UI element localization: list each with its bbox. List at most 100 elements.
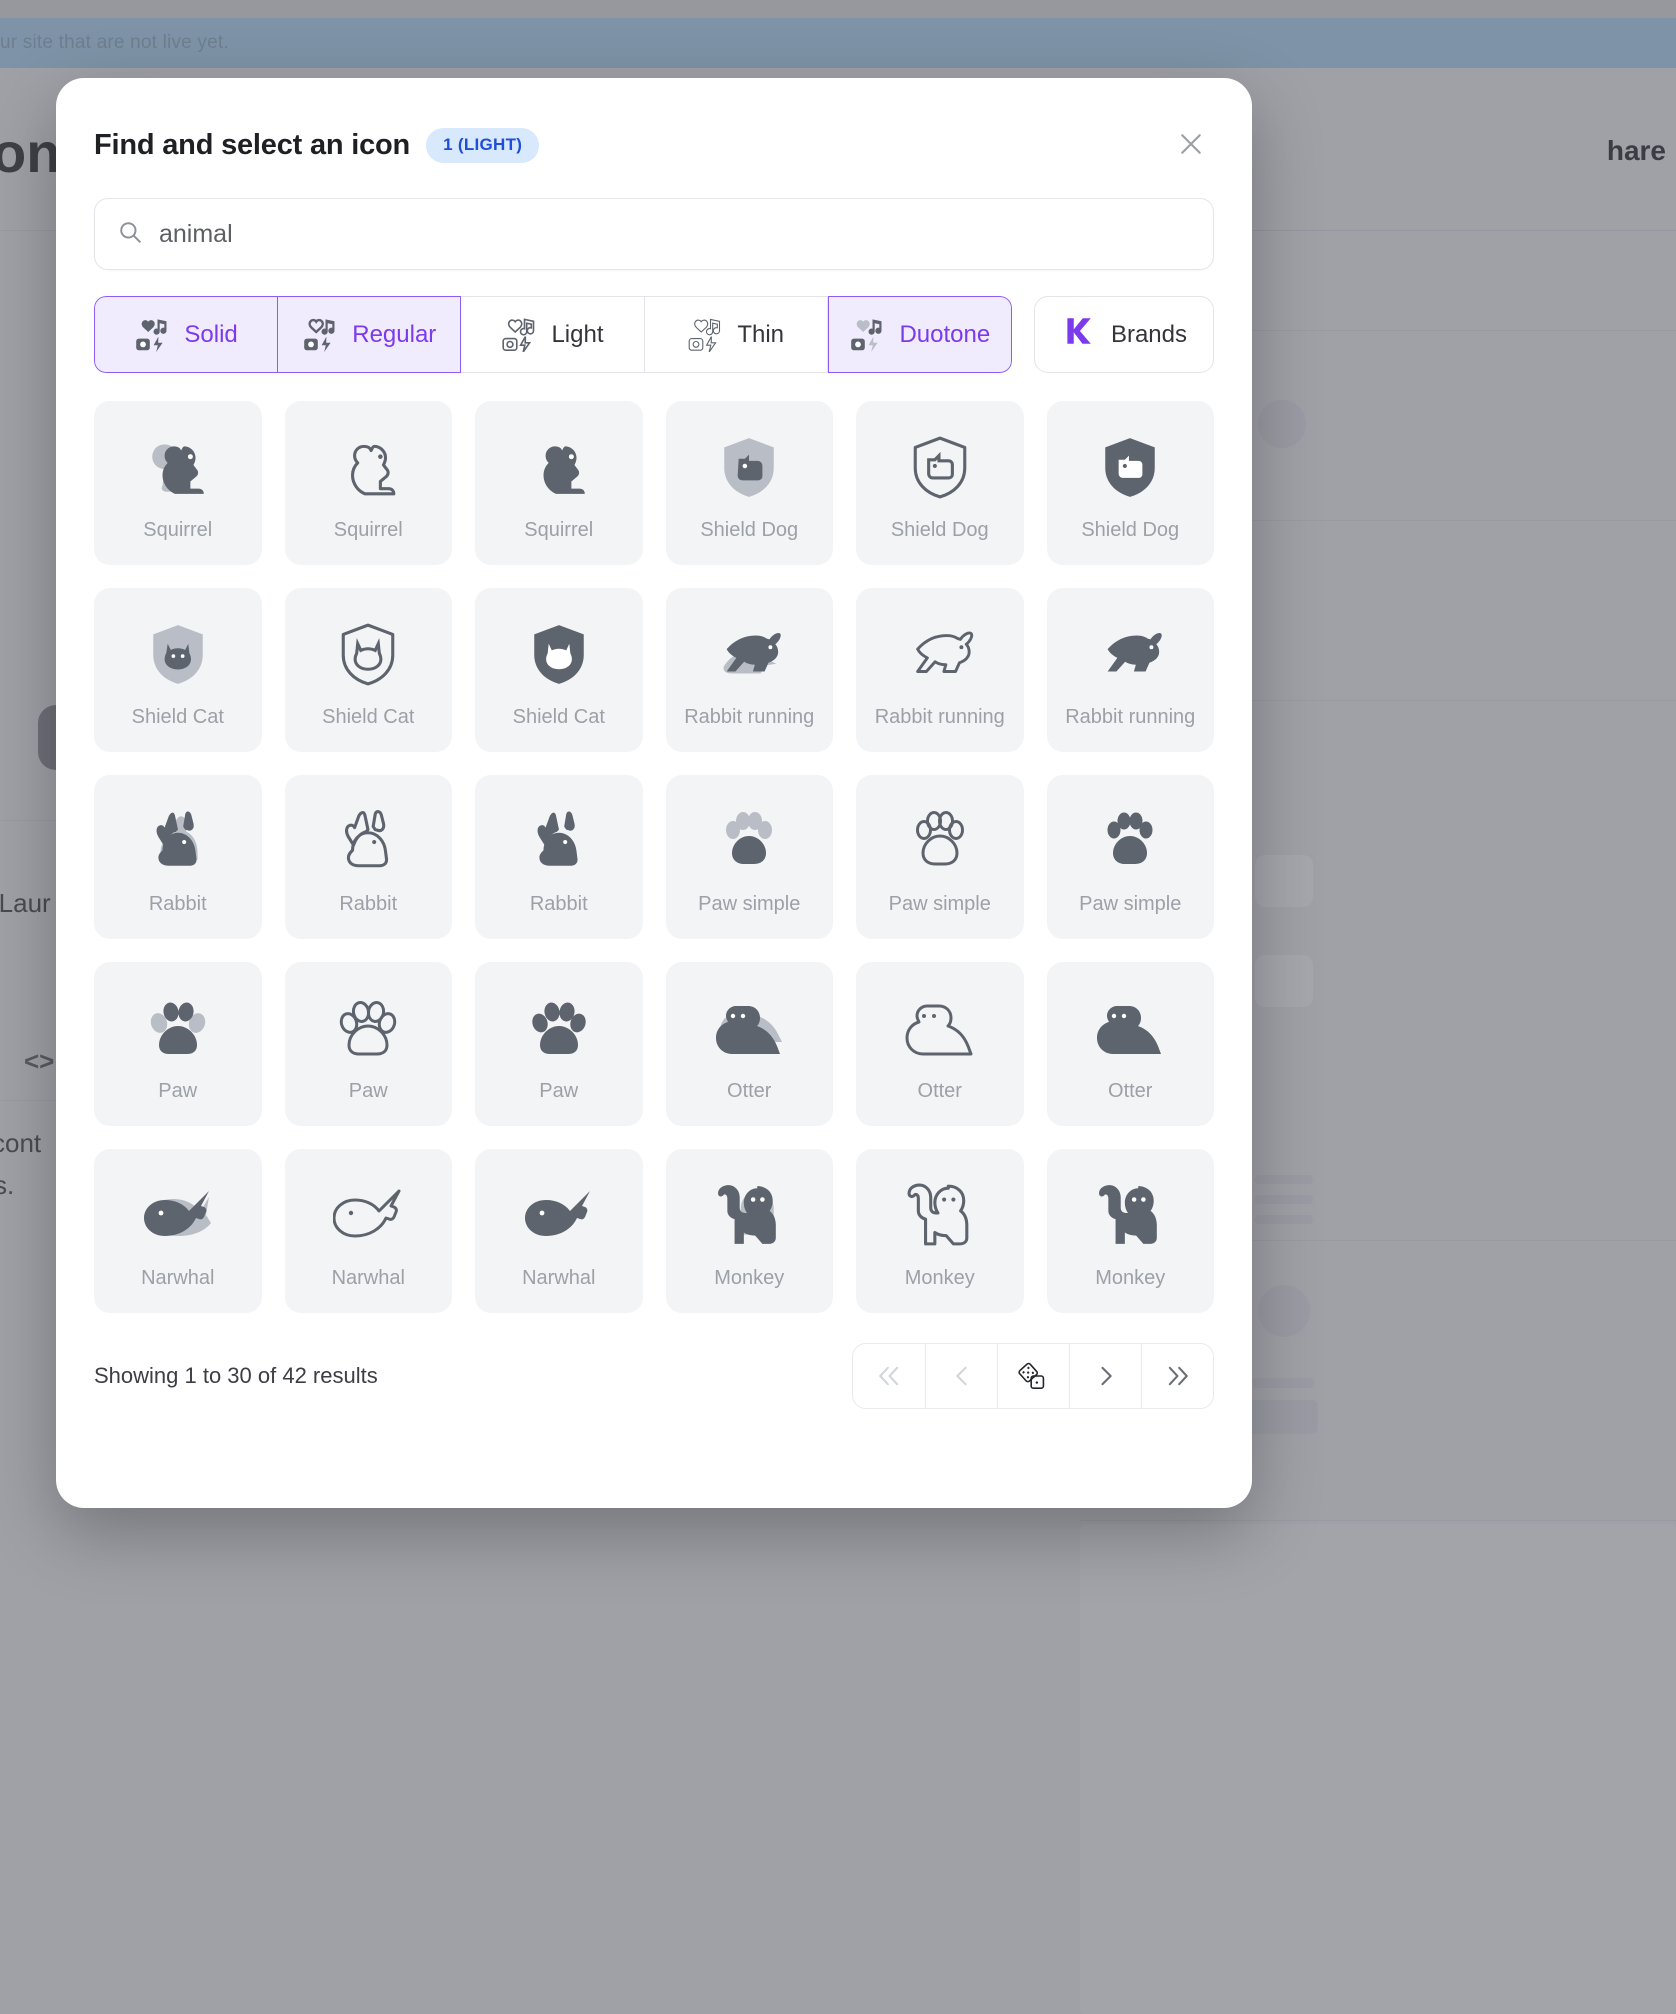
icon-result-label: Monkey xyxy=(714,1266,785,1289)
icon-result-cell[interactable]: Monkey xyxy=(856,1149,1024,1313)
style-tab-group: Solid Regular Light Thin Duotone xyxy=(94,296,1012,373)
icon-result-cell[interactable]: Narwhal xyxy=(94,1149,262,1313)
shield-cat-icon xyxy=(526,618,592,690)
icon-result-cell[interactable]: Shield Dog xyxy=(1046,401,1214,565)
icon-result-cell[interactable]: Squirrel xyxy=(284,401,452,565)
monkey-icon xyxy=(716,1179,782,1251)
icon-result-cell[interactable]: Shield Dog xyxy=(665,401,833,565)
icon-result-label: Rabbit xyxy=(339,892,398,915)
chevron-right-icon xyxy=(1092,1362,1120,1390)
icon-result-label: Monkey xyxy=(1095,1266,1166,1289)
icon-result-cell[interactable]: Shield Cat xyxy=(284,588,452,752)
chevron-double-left-icon xyxy=(875,1362,903,1390)
paw-icon xyxy=(147,992,209,1064)
backdrop-bar xyxy=(1255,1175,1313,1184)
icon-result-label: Narwhal xyxy=(522,1266,596,1289)
icon-result-label: Paw simple xyxy=(888,892,991,915)
search-input[interactable] xyxy=(159,219,1191,249)
paw-icon xyxy=(337,992,399,1064)
icon-result-label: Otter xyxy=(1108,1079,1153,1102)
backdrop-share-label: hare xyxy=(1606,135,1666,166)
brands-button[interactable]: Brands xyxy=(1033,296,1214,373)
icon-result-cell[interactable]: Squirrel xyxy=(475,401,643,565)
icon-result-cell[interactable]: Rabbit xyxy=(94,775,262,939)
close-button[interactable] xyxy=(1170,124,1212,166)
icon-result-cell[interactable]: Shield Cat xyxy=(475,588,643,752)
style-tab-solid[interactable]: Solid xyxy=(94,296,279,373)
icon-result-cell[interactable]: Rabbit running xyxy=(1046,588,1214,752)
icon-result-cell[interactable]: Rabbit xyxy=(475,775,643,939)
shield-dog-icon xyxy=(907,431,973,503)
narwhal-icon xyxy=(524,1179,594,1251)
paw-simple-icon xyxy=(718,805,780,877)
icon-result-label: Rabbit running xyxy=(1065,705,1196,728)
icon-result-cell[interactable]: Narwhal xyxy=(475,1149,643,1313)
icon-result-label: Paw xyxy=(158,1079,198,1102)
monkey-icon xyxy=(907,1179,973,1251)
icon-result-cell[interactable]: Narwhal xyxy=(284,1149,452,1313)
backdrop-bar xyxy=(1248,1400,1318,1434)
icon-style-solid xyxy=(134,318,170,352)
first-page-button xyxy=(853,1344,925,1408)
icon-result-label: Paw xyxy=(348,1079,388,1102)
random-page-button[interactable] xyxy=(997,1344,1069,1408)
icon-results-grid: Squirrel Squirrel Squirrel Shield Dog Sh… xyxy=(56,373,1252,1313)
style-tab-label: Regular xyxy=(352,320,437,348)
icon-result-cell[interactable]: Otter xyxy=(856,962,1024,1126)
icon-result-cell[interactable]: Squirrel xyxy=(94,401,262,565)
backdrop-notice-text: ur site that are not live yet. xyxy=(0,32,229,53)
icon-result-cell[interactable]: Shield Cat xyxy=(94,588,262,752)
shield-cat-icon xyxy=(145,618,211,690)
icon-result-cell[interactable]: Paw simple xyxy=(665,775,833,939)
style-tab-light[interactable]: Light xyxy=(461,296,645,373)
backdrop-bar xyxy=(1252,1378,1314,1388)
style-tab-regular[interactable]: Regular xyxy=(278,296,462,373)
icon-result-cell[interactable]: Rabbit xyxy=(284,775,452,939)
results-count: Showing 1 to 30 of 42 results xyxy=(94,1363,378,1388)
rabbit-running-icon xyxy=(1095,618,1165,690)
icon-result-cell[interactable]: Monkey xyxy=(665,1149,833,1313)
icon-result-cell[interactable]: Paw xyxy=(284,962,452,1126)
icon-result-label: Otter xyxy=(727,1079,772,1102)
close-icon xyxy=(1176,129,1206,162)
paw-simple-icon xyxy=(1099,805,1161,877)
backdrop-image-icon xyxy=(1255,955,1313,1007)
status-badge: 1 (LIGHT) xyxy=(426,127,540,163)
icon-style-regular xyxy=(302,318,338,352)
icon-result-cell[interactable]: Rabbit running xyxy=(665,588,833,752)
style-tab-label: Solid xyxy=(184,320,238,348)
style-tab-thin[interactable]: Thin xyxy=(644,296,828,373)
icon-picker-modal: Find and select an icon 1 (LIGHT) animal… xyxy=(56,78,1252,1508)
icon-result-cell[interactable]: Paw xyxy=(475,962,643,1126)
icon-result-cell[interactable]: Paw xyxy=(94,962,262,1126)
next-page-button[interactable] xyxy=(1069,1344,1141,1408)
backdrop-divider xyxy=(1250,230,1676,231)
backdrop-bolt-icon xyxy=(1258,400,1306,448)
backdrop-divider xyxy=(1250,520,1676,521)
icon-result-cell[interactable]: Paw simple xyxy=(1046,775,1214,939)
backdrop-divider xyxy=(1250,330,1676,331)
search-section xyxy=(56,166,1252,270)
paw-simple-icon xyxy=(909,805,971,877)
icon-style-duotone xyxy=(849,318,885,352)
icon-result-cell[interactable]: Otter xyxy=(1046,962,1214,1126)
icon-result-cell[interactable]: Monkey xyxy=(1046,1149,1214,1313)
icon-result-cell[interactable]: Paw simple xyxy=(856,775,1024,939)
pagination xyxy=(852,1343,1214,1409)
shield-dog-icon xyxy=(1097,431,1163,503)
backdrop-divider xyxy=(1250,1240,1676,1241)
icon-result-cell[interactable]: Rabbit running xyxy=(856,588,1024,752)
icon-result-cell[interactable]: Otter xyxy=(665,962,833,1126)
icon-result-label: Squirrel xyxy=(143,518,213,541)
brands-button-label: Brands xyxy=(1110,320,1187,348)
backdrop-image-icon xyxy=(1255,855,1313,907)
narwhal-icon xyxy=(333,1179,403,1251)
icon-result-label: Squirrel xyxy=(524,518,594,541)
last-page-button[interactable] xyxy=(1141,1344,1213,1408)
icon-result-label: Shield Cat xyxy=(512,705,605,728)
icon-result-cell[interactable]: Shield Dog xyxy=(856,401,1024,565)
search-box[interactable] xyxy=(94,198,1214,270)
style-tab-duotone[interactable]: Duotone xyxy=(827,296,1012,373)
backdrop-divider xyxy=(1080,1520,1676,1521)
modal-header: Find and select an icon 1 (LIGHT) xyxy=(56,78,1252,166)
